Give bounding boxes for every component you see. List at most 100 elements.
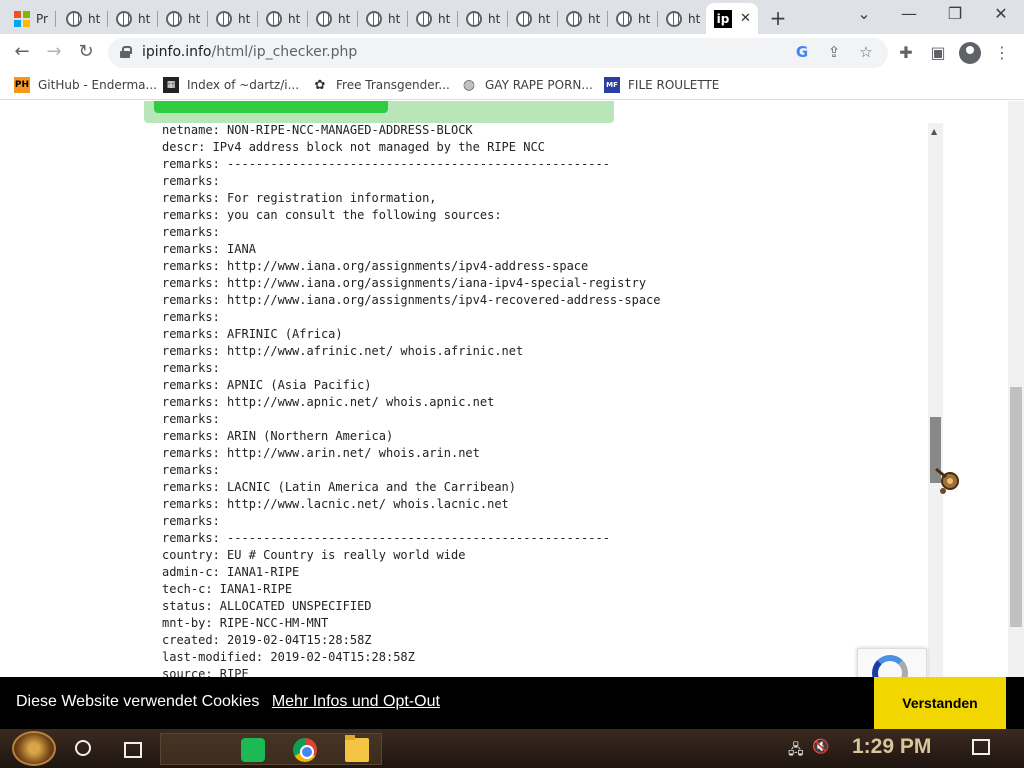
tab-0[interactable]: Pr	[6, 3, 56, 34]
close-tab-icon[interactable]: ✕	[740, 11, 751, 26]
profile-avatar[interactable]	[959, 42, 981, 64]
side-panel-icon[interactable]: ▣	[927, 43, 949, 62]
bookmark-label: Free Transgender...	[336, 78, 450, 92]
page-scrollbar[interactable]: ▼	[1008, 101, 1024, 729]
globe-icon	[516, 10, 532, 27]
globe-icon	[616, 10, 632, 27]
steampunk-cursor-icon	[935, 467, 959, 494]
chrome-app-icon[interactable]	[293, 738, 317, 762]
tab-title: ht	[188, 11, 201, 26]
page-viewport: netname: NON-RIPE-NCC-MANAGED-ADDRESS-BL…	[0, 101, 1024, 729]
whois-line: last-modified: 2019-02-04T15:28:58Z	[162, 650, 415, 664]
whois-line: remarks: http://www.iana.org/assignments…	[162, 276, 647, 290]
whois-line: tech-c: IANA1-RIPE	[162, 582, 293, 596]
minimize-button[interactable]: —	[895, 4, 923, 23]
tab-title: ht	[638, 11, 651, 26]
url-text[interactable]: ipinfo.info/html/ip_checker.php	[142, 44, 357, 60]
lock-icon[interactable]	[120, 46, 132, 58]
reload-button[interactable]: ↻	[74, 41, 98, 62]
cookie-banner: Diese Website verwendet Cookies Mehr Inf…	[0, 677, 1024, 729]
tab-5[interactable]: ht	[258, 3, 308, 34]
cookie-more-info-link[interactable]: Mehr Infos und Opt-Out	[272, 693, 440, 710]
tab-1[interactable]: ht	[58, 3, 108, 34]
share-icon[interactable]: ⇪	[824, 43, 844, 61]
bookmark-file-roulette[interactable]: MF FILE ROULETTE	[604, 77, 719, 93]
whois-line: remarks: http://www.iana.org/assignments…	[162, 293, 661, 307]
menu-icon[interactable]: ⋮	[991, 43, 1013, 62]
tab-strip: Pr ht ht ht ht ht ht ht ht ht ht ht ht h…	[0, 0, 1024, 34]
tab-12[interactable]: ht	[608, 3, 658, 34]
tab-title: ht	[388, 11, 401, 26]
bookmark-free-transgender[interactable]: ✿ Free Transgender...	[312, 77, 450, 93]
volume-muted-icon[interactable]: 🔇	[812, 739, 829, 755]
file-explorer-icon[interactable]	[345, 735, 369, 762]
ph-icon: PH	[14, 77, 30, 93]
whois-line: remarks: -------------------------------…	[162, 531, 610, 545]
network-icon[interactable]: 🖧	[788, 739, 804, 763]
microsoft-icon	[14, 10, 30, 27]
cookie-message: Diese Website verwendet Cookies Mehr Inf…	[16, 693, 440, 711]
bookmark-index-dartz[interactable]: ▦ Index of ~dartz/i...	[163, 77, 299, 93]
url-host: ipinfo.info	[142, 44, 212, 60]
close-window-button[interactable]: ✕	[987, 4, 1015, 23]
bookmark-gay-rape-porn[interactable]: ◍ GAY RAPE PORN...	[461, 77, 593, 93]
whois-line: remarks: http://www.afrinic.net/ whois.a…	[162, 344, 524, 358]
mf-icon: MF	[604, 77, 620, 93]
tab-10[interactable]: ht	[508, 3, 558, 34]
whois-line: remarks: http://www.iana.org/assignments…	[162, 259, 589, 273]
back-button[interactable]: ←	[10, 41, 34, 62]
whois-line: created: 2019-02-04T15:28:58Z	[162, 633, 372, 647]
whois-line: remarks:	[162, 463, 220, 477]
tab-4[interactable]: ht	[208, 3, 258, 34]
whois-scrollbar[interactable]: ▲	[928, 123, 943, 729]
whois-line: descr: IPv4 address block not managed by…	[162, 140, 545, 154]
whois-line: remarks: ARIN (Northern America)	[162, 429, 394, 443]
tab-13[interactable]: ht	[658, 3, 706, 34]
new-tab-button[interactable]: +	[766, 6, 790, 30]
bookmark-github[interactable]: PH GitHub - Enderma...	[14, 77, 157, 93]
tab-title: Pr	[36, 11, 48, 26]
whois-line: remarks:	[162, 514, 220, 528]
page-scrollbar-thumb[interactable]	[1010, 387, 1022, 627]
search-icon[interactable]	[75, 740, 91, 756]
tab-search-button[interactable]: ⌄	[850, 4, 878, 23]
whois-line: remarks: AFRINIC (Africa)	[162, 327, 343, 341]
whois-line: status: ALLOCATED UNSPECIFIED	[162, 599, 372, 613]
google-lens-icon[interactable]: G	[792, 43, 812, 61]
start-button[interactable]	[12, 731, 56, 766]
tab-title: ht	[438, 11, 451, 26]
whois-line: remarks: LACNIC (Latin America and the C…	[162, 480, 517, 494]
task-view-icon[interactable]	[122, 739, 142, 758]
tab-2[interactable]: ht	[108, 3, 158, 34]
tab-6[interactable]: ht	[308, 3, 358, 34]
tab-8[interactable]: ht	[408, 3, 458, 34]
notifications-icon[interactable]	[972, 739, 990, 755]
tab-7[interactable]: ht	[358, 3, 408, 34]
tab-9[interactable]: ht	[458, 3, 508, 34]
bookmark-star-icon[interactable]: ☆	[856, 43, 876, 61]
globe-icon	[366, 10, 382, 27]
forward-button[interactable]: →	[42, 41, 66, 62]
taskbar-apps	[160, 733, 382, 765]
globe-icon	[566, 10, 582, 27]
restore-button[interactable]: ❐	[941, 4, 969, 23]
globe-icon	[666, 10, 682, 27]
tab-3[interactable]: ht	[158, 3, 208, 34]
whois-line: remarks: APNIC (Asia Pacific)	[162, 378, 372, 392]
flower-icon: ✿	[314, 77, 326, 93]
tab-title: ht	[538, 11, 551, 26]
whois-line: mnt-by: RIPE-NCC-HM-MNT	[162, 616, 329, 630]
globe-icon	[166, 10, 182, 27]
whois-line: country: EU # Country is really world wi…	[162, 548, 466, 562]
tab-11[interactable]: ht	[558, 3, 608, 34]
cookie-accept-button[interactable]: Verstanden	[874, 677, 1006, 729]
scroll-up-arrow[interactable]: ▲	[931, 127, 937, 136]
spotify-app-icon[interactable]	[241, 738, 265, 762]
tab-active-ipinfo[interactable]: ip ✕	[706, 3, 758, 34]
extensions-icon[interactable]: ✚	[895, 43, 917, 62]
bookmark-label: Index of ~dartz/i...	[187, 78, 300, 92]
url-path: /html/ip_checker.php	[211, 44, 358, 60]
address-bar[interactable]: ipinfo.info/html/ip_checker.php G ⇪ ☆	[108, 38, 888, 68]
globe-icon	[116, 10, 132, 27]
system-clock[interactable]: 1:29 PM	[852, 735, 931, 759]
